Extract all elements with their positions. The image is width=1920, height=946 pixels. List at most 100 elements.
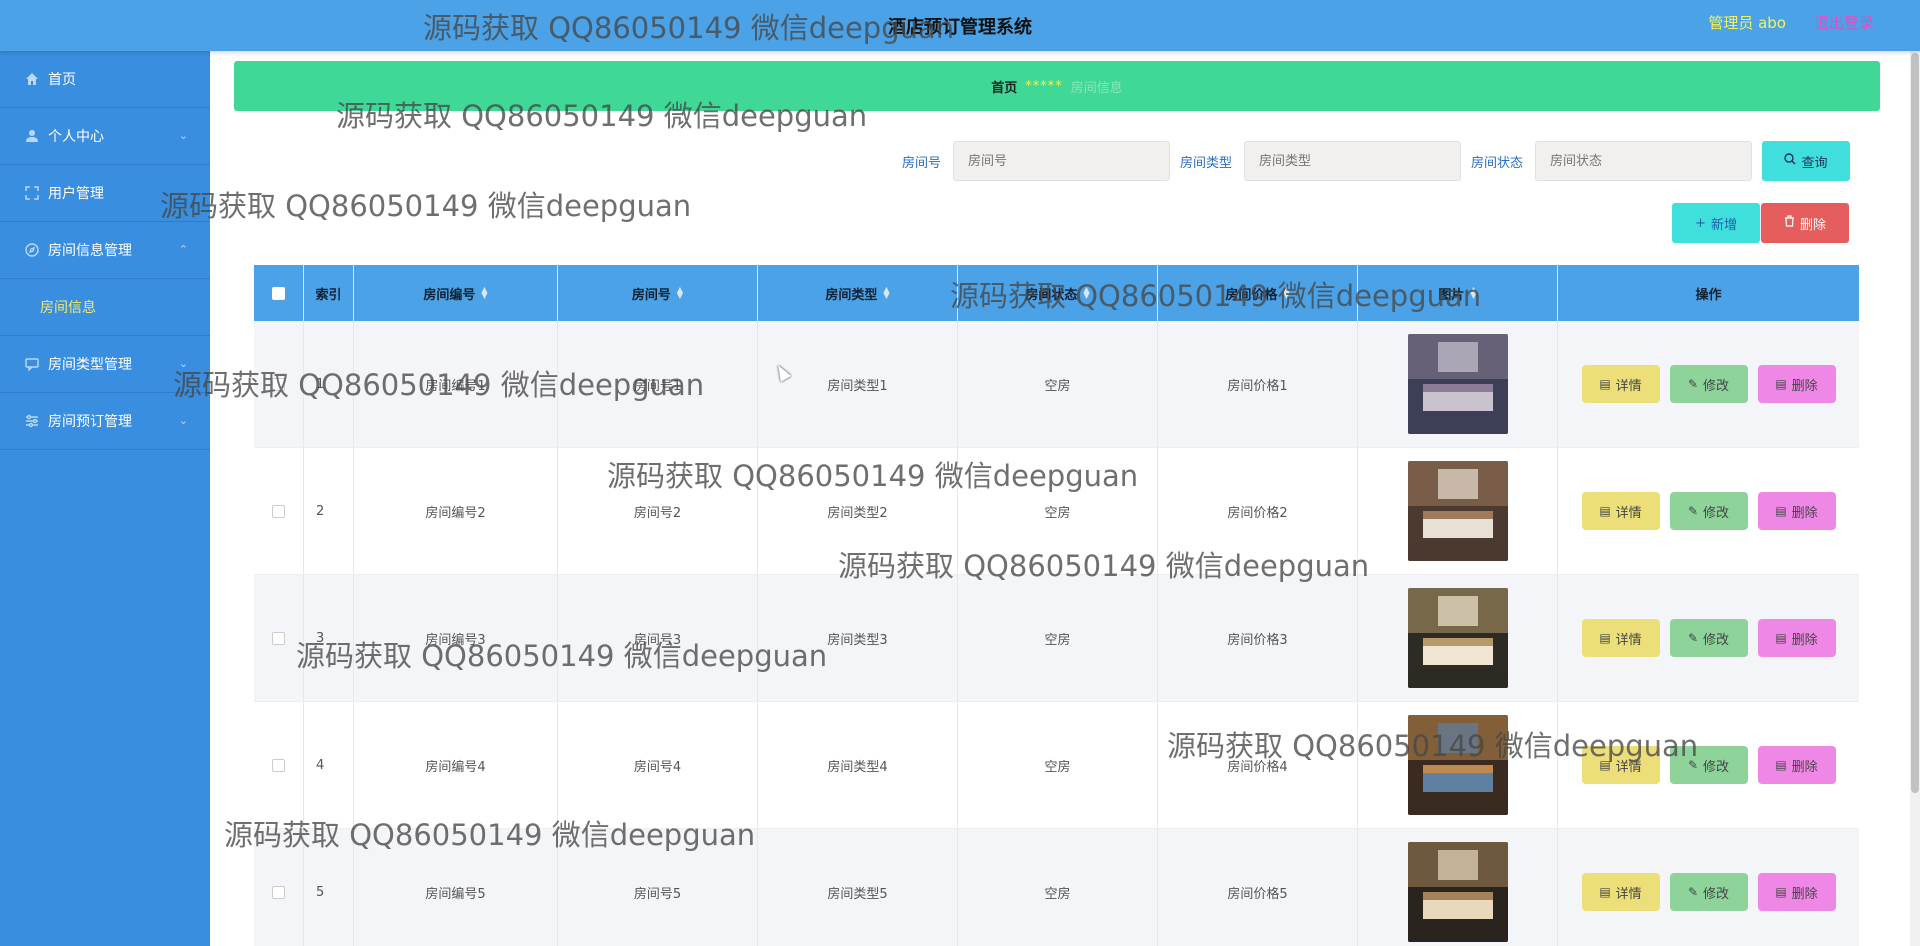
sliders-icon (24, 413, 40, 429)
sidebar-item-home[interactable]: 首页 (0, 51, 210, 108)
edit-button[interactable]: ✎ 修改 (1669, 492, 1748, 530)
sort-icon[interactable]: ▲ ▼ (677, 286, 683, 300)
logout-link[interactable]: 退出登录 (1814, 12, 1874, 33)
document-icon: ▤ (1599, 758, 1611, 772)
search-bar: 房间号 房间类型 房间状态 查询 (902, 141, 1850, 181)
header-room-type[interactable]: 房间类型 ▲ ▼ (758, 265, 958, 321)
sort-icon[interactable]: ▲ ▼ (481, 286, 487, 300)
header-image[interactable]: 图片 ▲ ▼ (1358, 265, 1558, 321)
cell-room-status: 空房 (958, 575, 1158, 701)
add-button[interactable]: + 新增 (1672, 203, 1760, 243)
cell-room-no: 房间号5 (558, 829, 758, 946)
cell-image (1358, 702, 1558, 828)
cell-index: 1 (304, 321, 354, 447)
room-image (1407, 334, 1508, 434)
cell-room-code: 房间编号2 (354, 448, 558, 574)
header-room-price[interactable]: 房间价格 ▲ ▼ (1158, 265, 1358, 321)
cell-room-code: 房间编号3 (354, 575, 558, 701)
sidebar-subitem-room-info[interactable]: 房间信息 (0, 279, 210, 336)
cell-room-price: 房间价格4 (1158, 702, 1358, 828)
cell-room-type: 房间类型2 (758, 448, 958, 574)
sidebar-item-users[interactable]: 用户管理 (0, 165, 210, 222)
row-checkbox[interactable] (272, 631, 285, 645)
edit-button[interactable]: ✎ 修改 (1669, 365, 1748, 403)
select-all-checkbox[interactable] (272, 286, 285, 300)
document-icon: ▤ (1599, 631, 1611, 645)
detail-button[interactable]: ▤ 详情 (1581, 365, 1660, 403)
home-icon (24, 71, 40, 87)
room-image (1407, 842, 1508, 942)
sidebar-item-profile[interactable]: 个人中心 ⌄ (0, 108, 210, 165)
row-checkbox[interactable] (272, 377, 285, 391)
cell-image (1358, 829, 1558, 946)
query-label: 查询 (1801, 155, 1828, 171)
room-status-label: 房间状态 (1470, 155, 1523, 171)
query-button[interactable]: 查询 (1762, 141, 1850, 181)
cell-room-status: 空房 (958, 448, 1158, 574)
cell-room-status: 空房 (958, 702, 1158, 828)
delete-button[interactable]: ▤ 删除 (1757, 365, 1836, 403)
row-select-cell (254, 448, 304, 574)
breadcrumb-current: 房间信息 (1070, 80, 1123, 96)
header-actions: 操作 (1695, 287, 1722, 303)
scrollbar-thumb[interactable] (1911, 53, 1919, 793)
trash-icon: ▤ (1775, 504, 1787, 518)
row-select-cell (254, 702, 304, 828)
sidebar: 首页 个人中心 ⌄ 用户管理 房间信息管理 ⌃ 房间信息 房间类型管理 ⌄ 房间… (0, 51, 210, 946)
main-content: 首页 ***** 房间信息 房间号 房间类型 房间状态 查询 + 新增 删除 索… (210, 51, 1910, 946)
cell-room-no: 房间号3 (558, 575, 758, 701)
cell-room-code: 房间编号4 (354, 702, 558, 828)
row-checkbox[interactable] (272, 758, 285, 772)
chevron-down-icon: ⌄ (178, 357, 188, 370)
sidebar-item-label: 房间类型管理 (48, 357, 132, 373)
sidebar-item-label: 房间信息管理 (48, 243, 132, 259)
cell-image (1358, 575, 1558, 701)
breadcrumb-home[interactable]: 首页 (991, 77, 1017, 96)
user-icon (24, 128, 40, 144)
row-checkbox[interactable] (272, 504, 285, 518)
delete-button[interactable]: ▤ 删除 (1757, 746, 1836, 784)
sort-icon[interactable]: ▲ ▼ (883, 286, 889, 300)
detail-button[interactable]: ▤ 详情 (1581, 492, 1660, 530)
header-room-code[interactable]: 房间编号 ▲ ▼ (354, 265, 558, 321)
document-icon: ▤ (1599, 885, 1611, 899)
sidebar-item-room-info[interactable]: 房间信息管理 ⌃ (0, 222, 210, 279)
cell-room-code: 房间编号1 (354, 321, 558, 447)
sidebar-item-label: 首页 (48, 72, 76, 88)
row-select-cell (254, 575, 304, 701)
cell-room-price: 房间价格3 (1158, 575, 1358, 701)
edit-button[interactable]: ✎ 修改 (1669, 746, 1748, 784)
sidebar-item-booking[interactable]: 房间预订管理 ⌄ (0, 393, 210, 450)
detail-button[interactable]: ▤ 详情 (1581, 873, 1660, 911)
pencil-icon: ✎ (1687, 377, 1699, 391)
document-icon: ▤ (1599, 377, 1611, 391)
sort-icon[interactable]: ▲ ▼ (1470, 286, 1476, 300)
chevron-up-icon: ⌃ (178, 243, 188, 256)
sort-icon[interactable]: ▲ ▼ (1283, 286, 1289, 300)
batch-delete-button[interactable]: 删除 (1761, 203, 1849, 243)
detail-button[interactable]: ▤ 详情 (1581, 746, 1660, 784)
delete-button[interactable]: ▤ 删除 (1757, 873, 1836, 911)
table-row: 2 房间编号2 房间号2 房间类型2 空房 房间价格2 ▤ 详情 ✎ 修改 ▤ 删除 (254, 448, 1859, 575)
room-status-input[interactable] (1535, 141, 1752, 181)
cell-room-type: 房间类型4 (758, 702, 958, 828)
cell-room-price: 房间价格1 (1158, 321, 1358, 447)
detail-button[interactable]: ▤ 详情 (1581, 619, 1660, 657)
chat-icon (24, 356, 40, 372)
edit-button[interactable]: ✎ 修改 (1669, 619, 1748, 657)
sort-icon[interactable]: ▲ ▼ (1083, 286, 1089, 300)
cell-index: 3 (304, 575, 354, 701)
delete-button[interactable]: ▤ 删除 (1757, 492, 1836, 530)
chevron-down-icon: ⌄ (178, 129, 188, 142)
room-type-input[interactable] (1243, 141, 1461, 181)
room-no-input[interactable] (952, 141, 1170, 181)
delete-button[interactable]: ▤ 删除 (1757, 619, 1836, 657)
cell-actions: ▤ 详情 ✎ 修改 ▤ 删除 (1558, 829, 1859, 946)
header-room-status[interactable]: 房间状态 ▲ ▼ (958, 265, 1158, 321)
edit-button[interactable]: ✎ 修改 (1669, 873, 1748, 911)
cell-actions: ▤ 详情 ✎ 修改 ▤ 删除 (1558, 575, 1859, 701)
header-room-no[interactable]: 房间号 ▲ ▼ (558, 265, 758, 321)
sidebar-item-room-type[interactable]: 房间类型管理 ⌄ (0, 336, 210, 393)
row-checkbox[interactable] (272, 885, 285, 899)
header-index: 索引 (304, 265, 354, 321)
